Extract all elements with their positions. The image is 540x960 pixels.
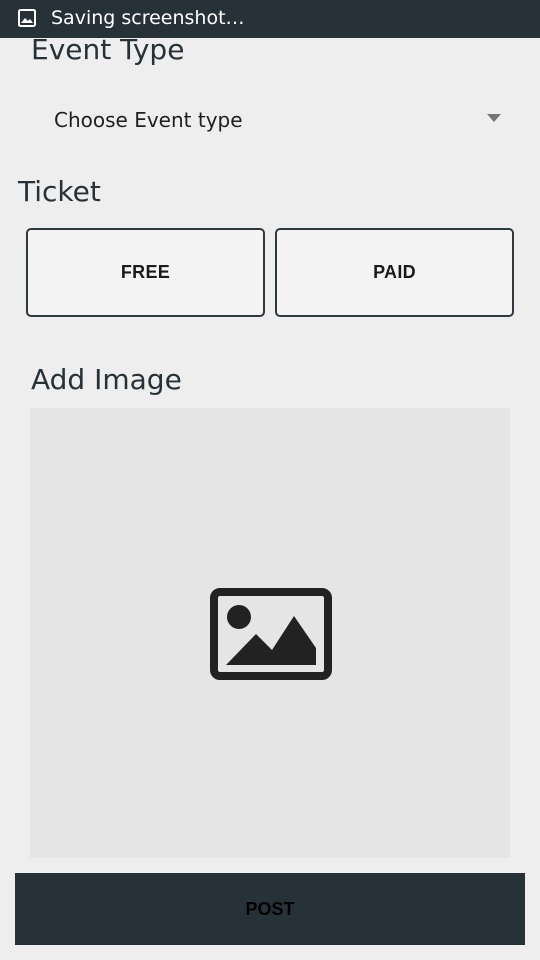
image-picker[interactable] <box>30 408 510 858</box>
add-image-heading: Add Image <box>31 363 182 396</box>
image-icon <box>18 9 36 27</box>
event-type-dropdown[interactable]: Choose Event type <box>40 96 520 144</box>
free-ticket-label: FREE <box>120 262 171 282</box>
status-notification-text: Saving screenshot… <box>51 7 245 29</box>
paid-ticket-label: PAID <box>373 262 416 282</box>
dropdown-arrow-icon <box>487 114 501 122</box>
image-placeholder-icon <box>210 588 332 680</box>
post-button[interactable]: POST <box>15 873 525 945</box>
paid-ticket-button[interactable]: PAID <box>275 228 514 317</box>
event-type-selected-value: Choose Event type <box>54 108 243 132</box>
free-ticket-button[interactable]: FREE <box>26 228 265 317</box>
ticket-heading: Ticket <box>18 175 101 208</box>
event-type-heading: Event Type <box>31 33 185 66</box>
post-button-label: POST <box>245 898 295 919</box>
